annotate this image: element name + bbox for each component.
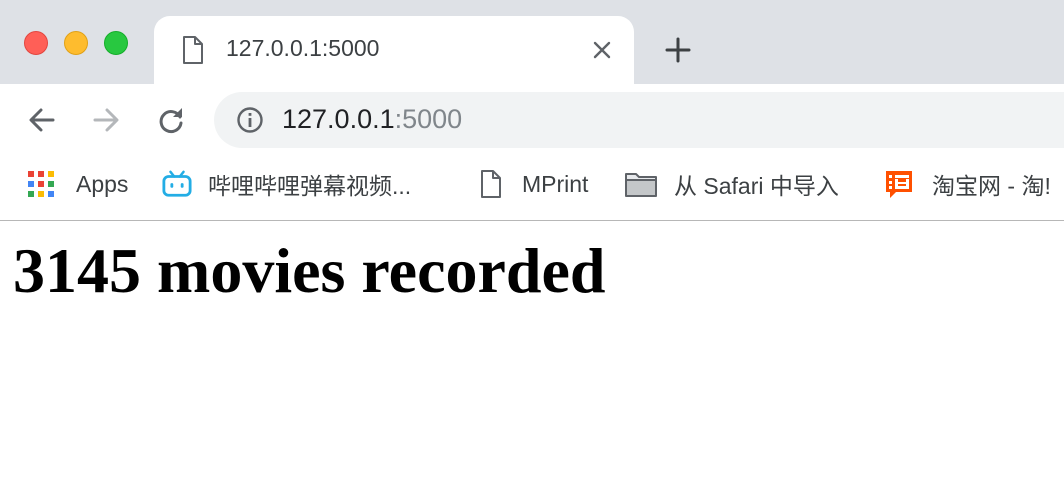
forward-arrow-icon[interactable] bbox=[90, 104, 122, 136]
bilibili-icon bbox=[162, 170, 192, 197]
reload-icon[interactable] bbox=[155, 104, 187, 136]
apps-grid-icon bbox=[28, 171, 54, 197]
url-host: 127.0.0.1 bbox=[282, 104, 395, 134]
bookmark-taobao[interactable]: 淘宝网 - 淘! bbox=[882, 166, 1051, 202]
bookmark-mprint[interactable]: MPrint bbox=[476, 166, 588, 202]
bookmark-label: MPrint bbox=[522, 170, 589, 197]
window-close-button[interactable] bbox=[24, 31, 48, 55]
tab-close-icon[interactable] bbox=[590, 38, 614, 62]
page-icon bbox=[481, 170, 501, 198]
tab-strip: 127.0.0.1:5000 bbox=[0, 0, 1064, 84]
bookmark-label: 哔哩哔哩弹幕视频... bbox=[208, 173, 412, 199]
toolbar: 127.0.0.1:5000 bbox=[0, 84, 1064, 156]
window-maximize-button[interactable] bbox=[104, 31, 128, 55]
url-text: 127.0.0.1:5000 bbox=[282, 104, 462, 135]
url-port: :5000 bbox=[394, 104, 463, 134]
page-icon bbox=[183, 36, 203, 64]
bookmark-label: Apps bbox=[76, 170, 129, 197]
tab-title: 127.0.0.1:5000 bbox=[226, 35, 380, 61]
window-minimize-button[interactable] bbox=[64, 31, 88, 55]
bookmark-folder-safari-import[interactable]: 从 Safari 中导入 bbox=[624, 166, 839, 202]
folder-icon bbox=[625, 173, 657, 197]
back-arrow-icon[interactable] bbox=[26, 104, 58, 136]
site-info-icon[interactable] bbox=[236, 106, 264, 134]
bookmark-apps[interactable]: Apps bbox=[26, 166, 128, 202]
page-content: 3145 movies recorded bbox=[0, 221, 1064, 502]
page-heading: 3145 movies recorded bbox=[13, 235, 606, 306]
new-tab-icon[interactable] bbox=[664, 36, 692, 64]
active-tab[interactable]: 127.0.0.1:5000 bbox=[154, 16, 634, 84]
bookmark-bilibili[interactable]: 哔哩哔哩弹幕视频... bbox=[162, 166, 411, 202]
bookmark-label: 从 Safari 中导入 bbox=[674, 173, 839, 199]
bookmark-label: 淘宝网 - 淘! bbox=[932, 173, 1051, 199]
bookmarks-bar: Apps 哔哩哔哩弹幕视频... MPrint 从 Safari 中导入 淘宝网… bbox=[0, 156, 1064, 221]
address-bar[interactable]: 127.0.0.1:5000 bbox=[214, 92, 1064, 148]
taobao-icon bbox=[886, 171, 912, 198]
